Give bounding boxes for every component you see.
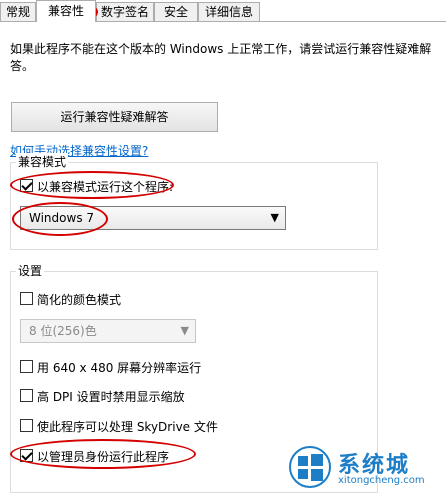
skydrive-label: 使此程序可以处理 SkyDrive 文件 <box>37 420 218 434</box>
dpi-scaling-checkbox[interactable] <box>20 389 33 402</box>
tab-general[interactable]: 常规 <box>0 2 36 21</box>
compatibility-panel: 如果此程序不能在这个版本的 Windows 上正常工作，请尝试运行兼容性疑难解答… <box>0 22 446 495</box>
settings-title: 设置 <box>16 262 45 279</box>
chevron-down-icon: ▼ <box>180 324 189 337</box>
resolution-label: 用 640 x 480 屏幕分辨率运行 <box>37 361 202 375</box>
reduced-color-label: 简化的颜色模式 <box>37 293 122 307</box>
color-depth-value: 8 位(256)色 <box>29 324 97 338</box>
watermark-subtitle: xitongcheng.com <box>338 475 425 486</box>
compat-mode-checkbox[interactable] <box>20 179 33 192</box>
run-troubleshooter-button[interactable]: 运行兼容性疑难解答 <box>11 102 218 132</box>
skydrive-checkbox[interactable] <box>20 419 33 432</box>
run-as-admin-checkbox[interactable] <box>20 449 33 462</box>
dpi-scaling-label: 高 DPI 设置时禁用显示缩放 <box>37 390 185 404</box>
run-as-admin-label: 以管理员身份运行此程序 <box>37 450 170 464</box>
reduced-color-checkbox[interactable] <box>20 292 33 305</box>
resolution-checkbox[interactable] <box>20 360 33 373</box>
tab-compatibility[interactable]: 兼容性 <box>36 0 96 22</box>
tab-security[interactable]: 安全 <box>154 2 198 21</box>
watermark-logo: 系统城 xitongcheng.com <box>288 445 438 491</box>
chevron-down-icon: ▼ <box>270 211 279 224</box>
intro-text: 如果此程序不能在这个版本的 Windows 上正常工作，请尝试运行兼容性疑难解答… <box>10 42 432 73</box>
os-version-select[interactable]: Windows 7 ▼ <box>20 206 286 230</box>
color-depth-select[interactable]: 8 位(256)色 ▼ <box>20 319 196 343</box>
compat-mode-label: 以兼容模式运行这个程序: <box>37 180 174 194</box>
tab-bar: 常规 兼容性 数字签名 安全 详细信息 <box>0 0 446 22</box>
os-version-value: Windows 7 <box>29 211 95 225</box>
compat-mode-title: 兼容模式 <box>16 153 69 170</box>
windows-logo-icon <box>289 446 331 488</box>
tab-details[interactable]: 详细信息 <box>198 2 260 21</box>
tab-digital-signatures[interactable]: 数字签名 <box>96 2 154 21</box>
